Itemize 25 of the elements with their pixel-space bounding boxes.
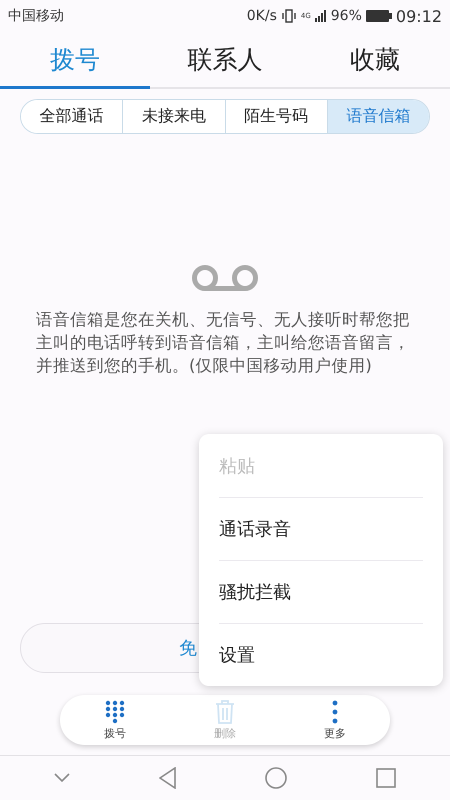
toolbar-button[interactable]: 更多	[280, 695, 390, 745]
clock: 09:12	[396, 6, 442, 26]
tab[interactable]: 收藏	[300, 32, 450, 89]
battery-percent: 96%	[330, 8, 362, 24]
recents-icon[interactable]	[376, 768, 396, 788]
filter-tab[interactable]: 语音信箱	[326, 100, 429, 133]
tab[interactable]: 联系人	[150, 32, 300, 89]
menu-item[interactable]: 骚扰拦截	[219, 560, 423, 623]
voicemail-icon	[191, 264, 259, 292]
carrier-name: 中国移动	[8, 7, 64, 25]
voicemail-description: 语音信箱是您在关机、无信号、无人接听时帮您把主叫的电话呼转到语音信箱，主叫给您语音留言，并推送到您的手机。(仅限中国移动用户使用)	[36, 309, 411, 377]
more-icon	[332, 700, 338, 724]
chevron-down-icon[interactable]	[54, 773, 70, 783]
tab[interactable]: 拨号	[0, 32, 150, 89]
vibrate-icon	[280, 9, 297, 23]
menu-item[interactable]: 设置	[219, 623, 423, 686]
signal-icon	[314, 10, 327, 22]
home-icon[interactable]	[265, 767, 288, 789]
dialpad-icon	[105, 700, 125, 724]
trash-icon	[214, 700, 236, 724]
battery-icon	[366, 10, 392, 22]
toolbar-button[interactable]: 拨号	[60, 695, 170, 745]
network-speed: 0K/s	[246, 8, 277, 24]
menu-item[interactable]: 通话录音	[219, 497, 423, 560]
back-icon[interactable]	[158, 767, 177, 789]
